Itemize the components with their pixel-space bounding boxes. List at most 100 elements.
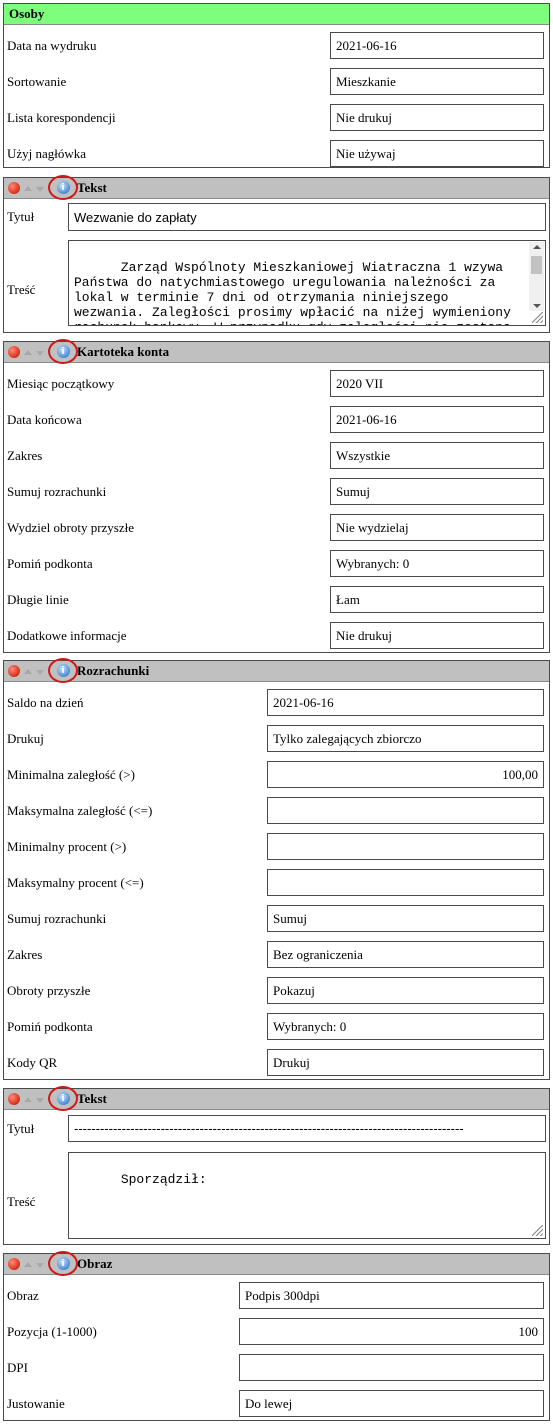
- info-icon[interactable]: i: [56, 1257, 70, 1270]
- panel-header-osoby: Osoby: [4, 4, 549, 25]
- date-print-field[interactable]: 2021-06-16: [330, 32, 544, 59]
- field-label: Data na wydruku: [7, 38, 97, 53]
- scroll-down-icon[interactable]: [533, 304, 541, 308]
- move-down-icon[interactable]: [36, 1097, 44, 1103]
- form-row: Sumuj rozrachunki Sumuj: [4, 901, 549, 937]
- form-row: Zakres Bez ograniczenia: [4, 937, 549, 973]
- form-row: Maksymalny procent (<=): [4, 865, 549, 901]
- move-down-icon[interactable]: [36, 350, 44, 356]
- vertical-scrollbar[interactable]: [529, 242, 544, 311]
- title-input[interactable]: ----------------------------------------…: [68, 1115, 546, 1142]
- field-label: Sumuj rozrachunki: [7, 911, 107, 926]
- move-up-icon[interactable]: [24, 185, 32, 191]
- range-select[interactable]: Bez ograniczenia: [267, 941, 544, 968]
- future-turnover-select[interactable]: Nie wydzielaj: [330, 514, 544, 541]
- panel-title: Tekst: [77, 180, 107, 195]
- resize-grip-icon[interactable]: [532, 312, 543, 323]
- panel-title: Osoby: [9, 6, 45, 21]
- field-label: Dodatkowe informacje: [7, 628, 127, 643]
- field-label: Zakres: [7, 947, 43, 962]
- move-up-icon[interactable]: [24, 1261, 32, 1267]
- field-label: Drukuj: [7, 731, 44, 746]
- field-label: Długie linie: [7, 592, 69, 607]
- print-mode-select[interactable]: Tylko zalegających zbiorczo: [267, 725, 544, 752]
- panel-tekst: i Tekst Tytuł --------------------------…: [3, 1086, 550, 1245]
- remove-red-dot-icon[interactable]: [8, 346, 20, 358]
- form-row: Data końcowa 2021-06-16: [4, 402, 549, 438]
- min-percent-input[interactable]: [267, 833, 544, 860]
- form-row: Obroty przyszłe Pokazuj: [4, 973, 549, 1009]
- sum-settlements-select[interactable]: Sumuj: [267, 905, 544, 932]
- panel-controls: i: [8, 339, 78, 364]
- scroll-up-icon[interactable]: [533, 245, 541, 249]
- field-label: Wydziel obroty przyszłe: [7, 520, 135, 535]
- justify-select[interactable]: Do lewej: [239, 1390, 544, 1417]
- min-arrears-input[interactable]: 100,00: [267, 761, 544, 788]
- extra-info-select[interactable]: Nie drukuj: [330, 622, 544, 649]
- info-icon[interactable]: i: [56, 345, 70, 358]
- field-label: Maksymalny procent (<=): [7, 875, 144, 890]
- skip-subaccounts-select[interactable]: Wybranych: 0: [330, 550, 544, 577]
- move-down-icon[interactable]: [36, 669, 44, 675]
- header-use-select[interactable]: Nie używaj: [330, 140, 544, 167]
- form-row: Długie linie Łam: [4, 582, 549, 618]
- content-textarea[interactable]: Sporządził:: [68, 1152, 546, 1239]
- field-label: Maksymalna zaległość (<=): [7, 803, 153, 818]
- sort-select[interactable]: Mieszkanie: [330, 68, 544, 95]
- remove-red-dot-icon[interactable]: [8, 182, 20, 194]
- qr-codes-select[interactable]: Drukuj: [267, 1049, 544, 1076]
- panel-controls: i: [8, 1086, 78, 1111]
- info-icon[interactable]: i: [56, 1092, 70, 1105]
- move-up-icon[interactable]: [24, 1096, 32, 1102]
- form-row: Użyj nagłówka Nie używaj: [4, 136, 549, 172]
- field-label: Obraz: [7, 1288, 39, 1303]
- field-label: Sumuj rozrachunki: [7, 484, 107, 499]
- scroll-thumb[interactable]: [531, 256, 542, 274]
- range-select[interactable]: Wszystkie: [330, 442, 544, 469]
- info-icon[interactable]: i: [56, 664, 70, 677]
- field-label: Lista korespondencji: [7, 110, 116, 125]
- move-down-icon[interactable]: [36, 186, 44, 192]
- panel-controls: i: [8, 658, 78, 683]
- move-up-icon[interactable]: [24, 349, 32, 355]
- max-arrears-input[interactable]: [267, 797, 544, 824]
- future-turnover-select[interactable]: Pokazuj: [267, 977, 544, 1004]
- start-month-field[interactable]: 2020 VII: [330, 370, 544, 397]
- form-row: Miesiąc początkowy 2020 VII: [4, 366, 549, 402]
- info-icon[interactable]: i: [56, 181, 70, 194]
- panel-header-tekst: i Tekst: [4, 1086, 549, 1111]
- title-input[interactable]: Wezwanie do zapłaty: [68, 203, 546, 231]
- form-row: Sumuj rozrachunki Sumuj: [4, 474, 549, 510]
- form-row: Zakres Wszystkie: [4, 438, 549, 474]
- remove-red-dot-icon[interactable]: [8, 665, 20, 677]
- end-date-field[interactable]: 2021-06-16: [330, 406, 544, 433]
- field-label: Miesiąc początkowy: [7, 376, 115, 391]
- balance-date-field[interactable]: 2021-06-16: [267, 689, 544, 716]
- panel-osoby: Osoby Data na wydruku 2021-06-16 Sortowa…: [3, 3, 550, 168]
- long-lines-select[interactable]: Łam: [330, 586, 544, 613]
- form-row: Justowanie Do lewej: [4, 1386, 549, 1422]
- content-text: Zarząd Wspólnoty Mieszkaniowej Wiatraczn…: [74, 260, 511, 325]
- correspondence-list-select[interactable]: Nie drukuj: [330, 104, 544, 131]
- field-label: Minimalny procent (>): [7, 839, 127, 854]
- field-label: Pozycja (1-1000): [7, 1324, 97, 1339]
- move-down-icon[interactable]: [36, 1262, 44, 1268]
- max-percent-input[interactable]: [267, 869, 544, 896]
- image-select[interactable]: Podpis 300dpi: [239, 1282, 544, 1309]
- move-up-icon[interactable]: [24, 668, 32, 674]
- remove-red-dot-icon[interactable]: [8, 1258, 20, 1270]
- content-textarea[interactable]: Zarząd Wspólnoty Mieszkaniowej Wiatraczn…: [68, 240, 546, 326]
- skip-subaccounts-select[interactable]: Wybranych: 0: [267, 1013, 544, 1040]
- resize-grip-icon[interactable]: [532, 1225, 543, 1236]
- position-input[interactable]: 100: [239, 1318, 544, 1345]
- panel-tekst: i Tekst Tytuł Wezwanie do zapłaty Treść …: [3, 175, 550, 333]
- remove-red-dot-icon[interactable]: [8, 1093, 20, 1105]
- panel-title: Tekst: [77, 1091, 107, 1106]
- dpi-input[interactable]: [239, 1354, 544, 1381]
- field-label: Tytuł: [7, 1121, 35, 1136]
- form-row: Minimalny procent (>): [4, 829, 549, 865]
- field-label: Justowanie: [7, 1396, 65, 1411]
- sum-settlements-select[interactable]: Sumuj: [330, 478, 544, 505]
- panel-header-kartoteka: i Kartoteka konta: [4, 339, 549, 364]
- form-row: Drukuj Tylko zalegających zbiorczo: [4, 721, 549, 757]
